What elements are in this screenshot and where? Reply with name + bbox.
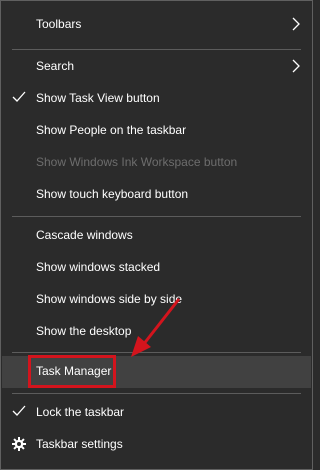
menu-item-label: Show Windows Ink Workspace button [36,155,238,169]
menu-item-label: Show Task View button [36,91,160,105]
chevron-right-icon [292,17,300,31]
checkmark-icon [12,91,26,102]
taskbar-context-menu: Toolbars Search Show Task View button Sh… [0,0,313,470]
menu-item-show-windows-stacked[interactable]: Show windows stacked [2,252,311,284]
annotation-arrow-icon [131,298,181,357]
menu-separator [12,49,301,50]
menu-item-toolbars[interactable]: Toolbars [2,9,311,41]
menu-item-show-task-view-button[interactable]: Show Task View button [2,83,311,115]
checkmark-icon [12,405,26,416]
menu-item-label: Search [36,59,75,73]
menu-item-show-windows-ink-workspace: Show Windows Ink Workspace button [2,147,311,179]
menu-item-show-people[interactable]: Show People on the taskbar [2,115,311,147]
menu-item-cascade-windows[interactable]: Cascade windows [2,220,311,252]
menu-item-label: Show touch keyboard button [36,187,189,201]
menu-item-search[interactable]: Search [2,51,311,83]
menu-item-taskbar-settings[interactable]: Taskbar settings [2,429,311,461]
menu-item-label: Lock the taskbar [36,405,125,419]
menu-item-show-touch-keyboard[interactable]: Show touch keyboard button [2,179,311,211]
menu-separator [12,216,301,217]
chevron-right-icon [292,59,300,73]
menu-separator [12,393,301,394]
menu-item-label: Cascade windows [36,228,133,242]
menu-item-label: Show People on the taskbar [36,123,187,137]
menu-item-lock-the-taskbar[interactable]: Lock the taskbar [2,397,311,429]
menu-item-label: Taskbar settings [36,437,123,451]
menu-item-label: Toolbars [36,17,82,31]
gear-icon [12,437,26,451]
menu-item-label: Show windows stacked [36,260,161,274]
